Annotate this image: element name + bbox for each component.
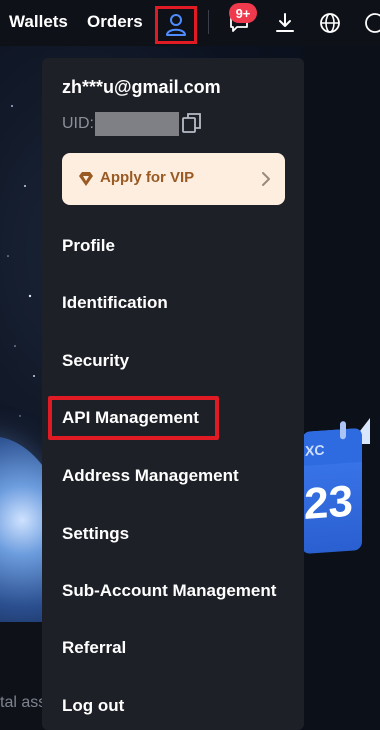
globe-icon: [320, 13, 340, 33]
calendar-ring: [340, 421, 346, 440]
more-button[interactable]: [360, 8, 380, 38]
nav-orders-link[interactable]: Orders: [87, 12, 143, 32]
download-icon: [276, 13, 294, 32]
user-account-button[interactable]: [155, 6, 197, 44]
partial-background-text: tal ass: [0, 694, 47, 711]
menu-item-sub-account-management[interactable]: Sub-Account Management: [62, 581, 276, 601]
page: XC 23 tal ass Wallets Orders 9+ zh***u@g…: [0, 0, 380, 730]
menu-item-referral[interactable]: Referral: [62, 638, 126, 658]
menu-item-profile[interactable]: Profile: [62, 236, 115, 256]
calendar-number: 23: [304, 476, 353, 529]
banner-right: [304, 46, 380, 730]
user-icon: [166, 14, 186, 36]
menu-item-address-management[interactable]: Address Management: [62, 466, 239, 486]
top-navigation: Wallets Orders 9+: [0, 0, 380, 46]
apply-vip-button[interactable]: Apply for VIP: [62, 153, 285, 205]
menu-item-settings[interactable]: Settings: [62, 524, 129, 544]
partial-icon: [365, 13, 380, 33]
diamond-icon: [79, 172, 93, 186]
message-count-badge: 9+: [229, 3, 257, 23]
calendar-graphic: XC 23: [302, 421, 362, 555]
download-button[interactable]: [270, 8, 300, 38]
menu-item-log-out[interactable]: Log out: [62, 696, 124, 716]
uid-label: UID:: [62, 115, 94, 132]
nav-divider: [208, 10, 209, 34]
menu-item-identification[interactable]: Identification: [62, 293, 168, 313]
chevron-right-icon: [262, 172, 270, 186]
copy-uid-button[interactable]: [181, 112, 203, 134]
account-dropdown-menu: zh***u@gmail.com UID: Apply for VIP Prof…: [42, 58, 304, 730]
api-management-highlight: [48, 396, 219, 440]
nav-wallets-link[interactable]: Wallets: [9, 12, 68, 32]
language-button[interactable]: [315, 8, 345, 38]
uid-redacted-value: [95, 112, 179, 136]
account-email: zh***u@gmail.com: [62, 77, 221, 97]
menu-item-security[interactable]: Security: [62, 351, 129, 371]
apply-vip-label: Apply for VIP: [100, 169, 195, 186]
copy-icon: [182, 113, 201, 133]
calendar-text: XC: [305, 441, 325, 459]
